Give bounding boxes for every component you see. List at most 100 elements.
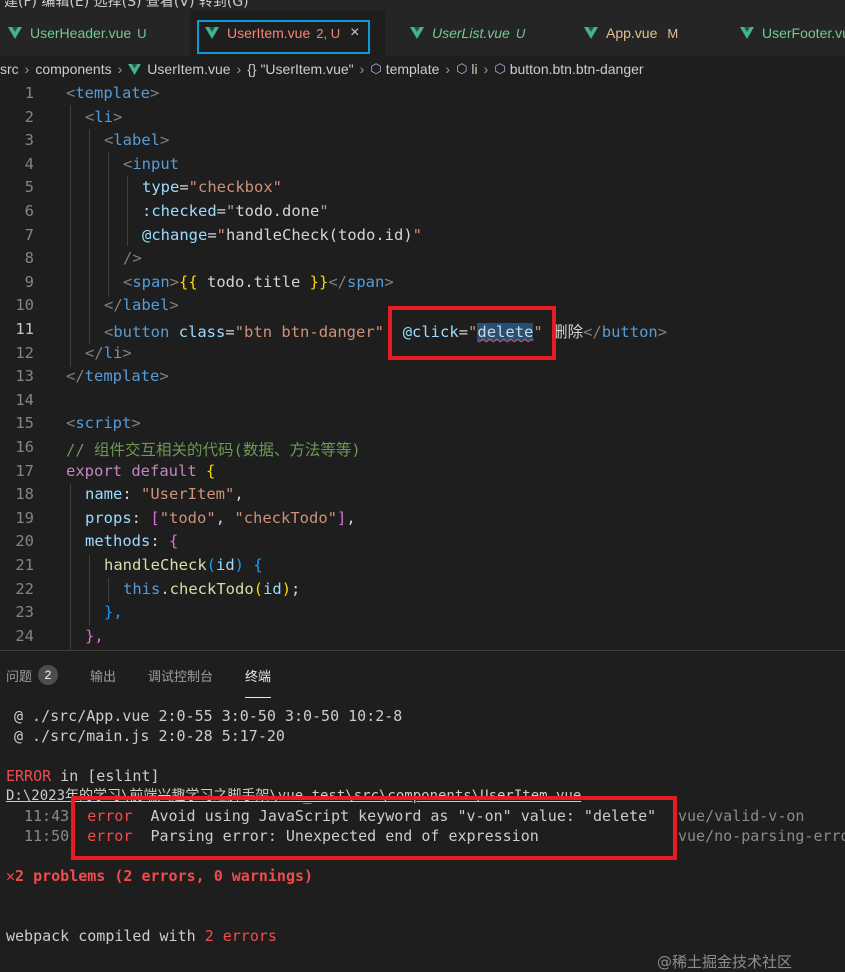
code-token: handleCheck xyxy=(104,556,207,574)
line-number: 2 xyxy=(24,107,34,126)
line-number: 14 xyxy=(15,390,34,409)
code-token: label xyxy=(113,131,161,150)
code-token: label xyxy=(122,296,170,315)
watermark: @稀土掘金技术社区 xyxy=(657,953,793,971)
terminal-line: webpack compiled with 2 errors xyxy=(6,927,277,945)
code-line: 24}, xyxy=(0,627,845,650)
tab-userheader[interactable]: UserHeader.vue U xyxy=(8,10,147,56)
problems-summary: 2 problems (2 errors, 0 warnings) xyxy=(15,867,314,885)
code-token: }, xyxy=(85,626,104,645)
tab-app[interactable]: App.vue M xyxy=(584,10,678,56)
line-number: 15 xyxy=(15,414,34,433)
code-token: { xyxy=(206,461,216,480)
code-token: span xyxy=(347,272,385,291)
code-token: this xyxy=(123,579,161,598)
code-line: 9 <span>{{ todo.title }}</span> xyxy=(0,273,845,297)
chevron-right-icon: › xyxy=(117,61,123,77)
cube-icon: ⬡ xyxy=(370,61,382,76)
code-line: 3 <label> xyxy=(0,131,845,155)
code-token: id xyxy=(263,579,282,598)
code-token: li xyxy=(94,107,114,126)
code-line: 15 <script> xyxy=(0,414,845,438)
vue-file-icon xyxy=(410,27,424,39)
terminal-output[interactable]: @ ./src/App.vue 2:0-55 3:0-50 3:0-50 10:… xyxy=(0,699,845,971)
problems-count-badge: 2 xyxy=(38,665,59,685)
line-number: 8 xyxy=(24,249,34,268)
code-token: export xyxy=(66,461,122,480)
code-token: " xyxy=(226,202,236,220)
breadcrumb-item[interactable]: button.btn.btn-danger xyxy=(510,61,644,77)
line-number: 12 xyxy=(15,343,34,362)
line-number: 6 xyxy=(24,202,34,220)
code-token: template xyxy=(75,84,150,102)
line-number: 20 xyxy=(15,532,34,551)
close-icon: ✕ xyxy=(6,867,16,885)
code-token: input xyxy=(132,154,180,173)
tab-problems[interactable]: 问题 2 xyxy=(6,665,59,685)
code-token: "UserItem" xyxy=(141,485,235,504)
code-token: template xyxy=(84,367,160,386)
line-number: 22 xyxy=(15,579,34,598)
tab-userfooter[interactable]: UserFooter.vue xyxy=(740,10,845,56)
code-token: props xyxy=(85,508,132,527)
tab-label: UserFooter.vue xyxy=(762,25,845,41)
tab-userlist[interactable]: UserList.vue U xyxy=(410,10,525,56)
code-token: todo.done xyxy=(235,202,320,220)
breadcrumb-item[interactable]: li xyxy=(471,61,477,77)
code-token: /> xyxy=(123,249,142,268)
terminal-text: in [eslint] xyxy=(51,767,160,785)
chevron-right-icon: › xyxy=(445,61,451,77)
code-token: "checkbox" xyxy=(188,178,282,197)
code-editor[interactable]: 1 <template> 2 <li> 3 <label> 4 <input 5 type… xyxy=(0,82,845,650)
code-token: }} xyxy=(309,272,329,291)
code-line: 6:checked="todo.done" xyxy=(0,202,845,226)
tab-debug-console[interactable]: 调试控制台 xyxy=(148,666,213,685)
code-line: 20 methods: { xyxy=(0,532,845,556)
breadcrumb-item[interactable]: {} "UserItem.vue" xyxy=(247,61,353,77)
tab-label: 输出 xyxy=(90,668,117,684)
chevron-right-icon: › xyxy=(236,61,242,77)
tab-badge: M xyxy=(667,25,679,41)
code-line: 23}, xyxy=(0,603,845,627)
line-number: 16 xyxy=(15,438,34,456)
line-number: 24 xyxy=(15,626,34,645)
code-line: 22 this.checkTodo(id); xyxy=(0,580,845,604)
error-position: 11:43 xyxy=(24,807,70,825)
code-token: " xyxy=(216,225,227,244)
breadcrumb-item[interactable]: src xyxy=(0,61,19,77)
tab-label: UserHeader.vue xyxy=(30,25,132,41)
menu-bar-text: 建(F) 编辑(E) 选择(S) 查看(V) 转到(G) xyxy=(4,0,249,10)
breadcrumb-item[interactable]: template xyxy=(386,61,440,77)
tab-output[interactable]: 输出 xyxy=(90,666,116,685)
tab-label: App.vue xyxy=(606,25,658,41)
code-token: }, xyxy=(104,603,123,622)
code-token: 删除 xyxy=(552,323,584,341)
line-number: 10 xyxy=(15,296,34,315)
tab-label: 问题 xyxy=(6,668,33,684)
code-token: " xyxy=(412,225,422,244)
code-token: button xyxy=(601,323,658,341)
tab-label: UserList.vue xyxy=(432,25,510,41)
line-number: 7 xyxy=(24,225,34,244)
breadcrumb-item[interactable]: components xyxy=(35,61,111,77)
code-line: 1 <template> xyxy=(0,84,845,108)
tab-badge: U xyxy=(515,25,526,41)
focus-outline xyxy=(197,20,370,54)
code-token: "todo" xyxy=(159,508,216,527)
line-number: 19 xyxy=(15,508,34,527)
chevron-right-icon: › xyxy=(24,61,30,77)
chevron-right-icon: › xyxy=(483,61,489,77)
tab-badge: U xyxy=(137,25,147,41)
menu-bar-fragment: 建(F) 编辑(E) 选择(S) 查看(V) 转到(G) xyxy=(0,0,845,10)
code-line: 21 handleCheck(id) { xyxy=(0,556,845,580)
code-line: 5 type="checkbox" xyxy=(0,178,845,202)
breadcrumb-item[interactable]: UserItem.vue xyxy=(147,61,230,77)
editor-tab-bar: UserHeader.vue U UserItem.vue 2, U × Use… xyxy=(0,10,845,56)
code-line: 18 name: "UserItem", xyxy=(0,485,845,509)
terminal-line: ✕2 problems (2 errors, 0 warnings) xyxy=(6,867,313,885)
panel-tabs: 问题 2 输出 调试控制台 终端 xyxy=(0,651,845,699)
tab-label: 调试控制台 xyxy=(148,668,214,684)
terminal-line: ERROR in [eslint] xyxy=(6,767,160,785)
code-token: span xyxy=(132,272,170,291)
tab-terminal[interactable]: 终端 xyxy=(245,666,272,698)
